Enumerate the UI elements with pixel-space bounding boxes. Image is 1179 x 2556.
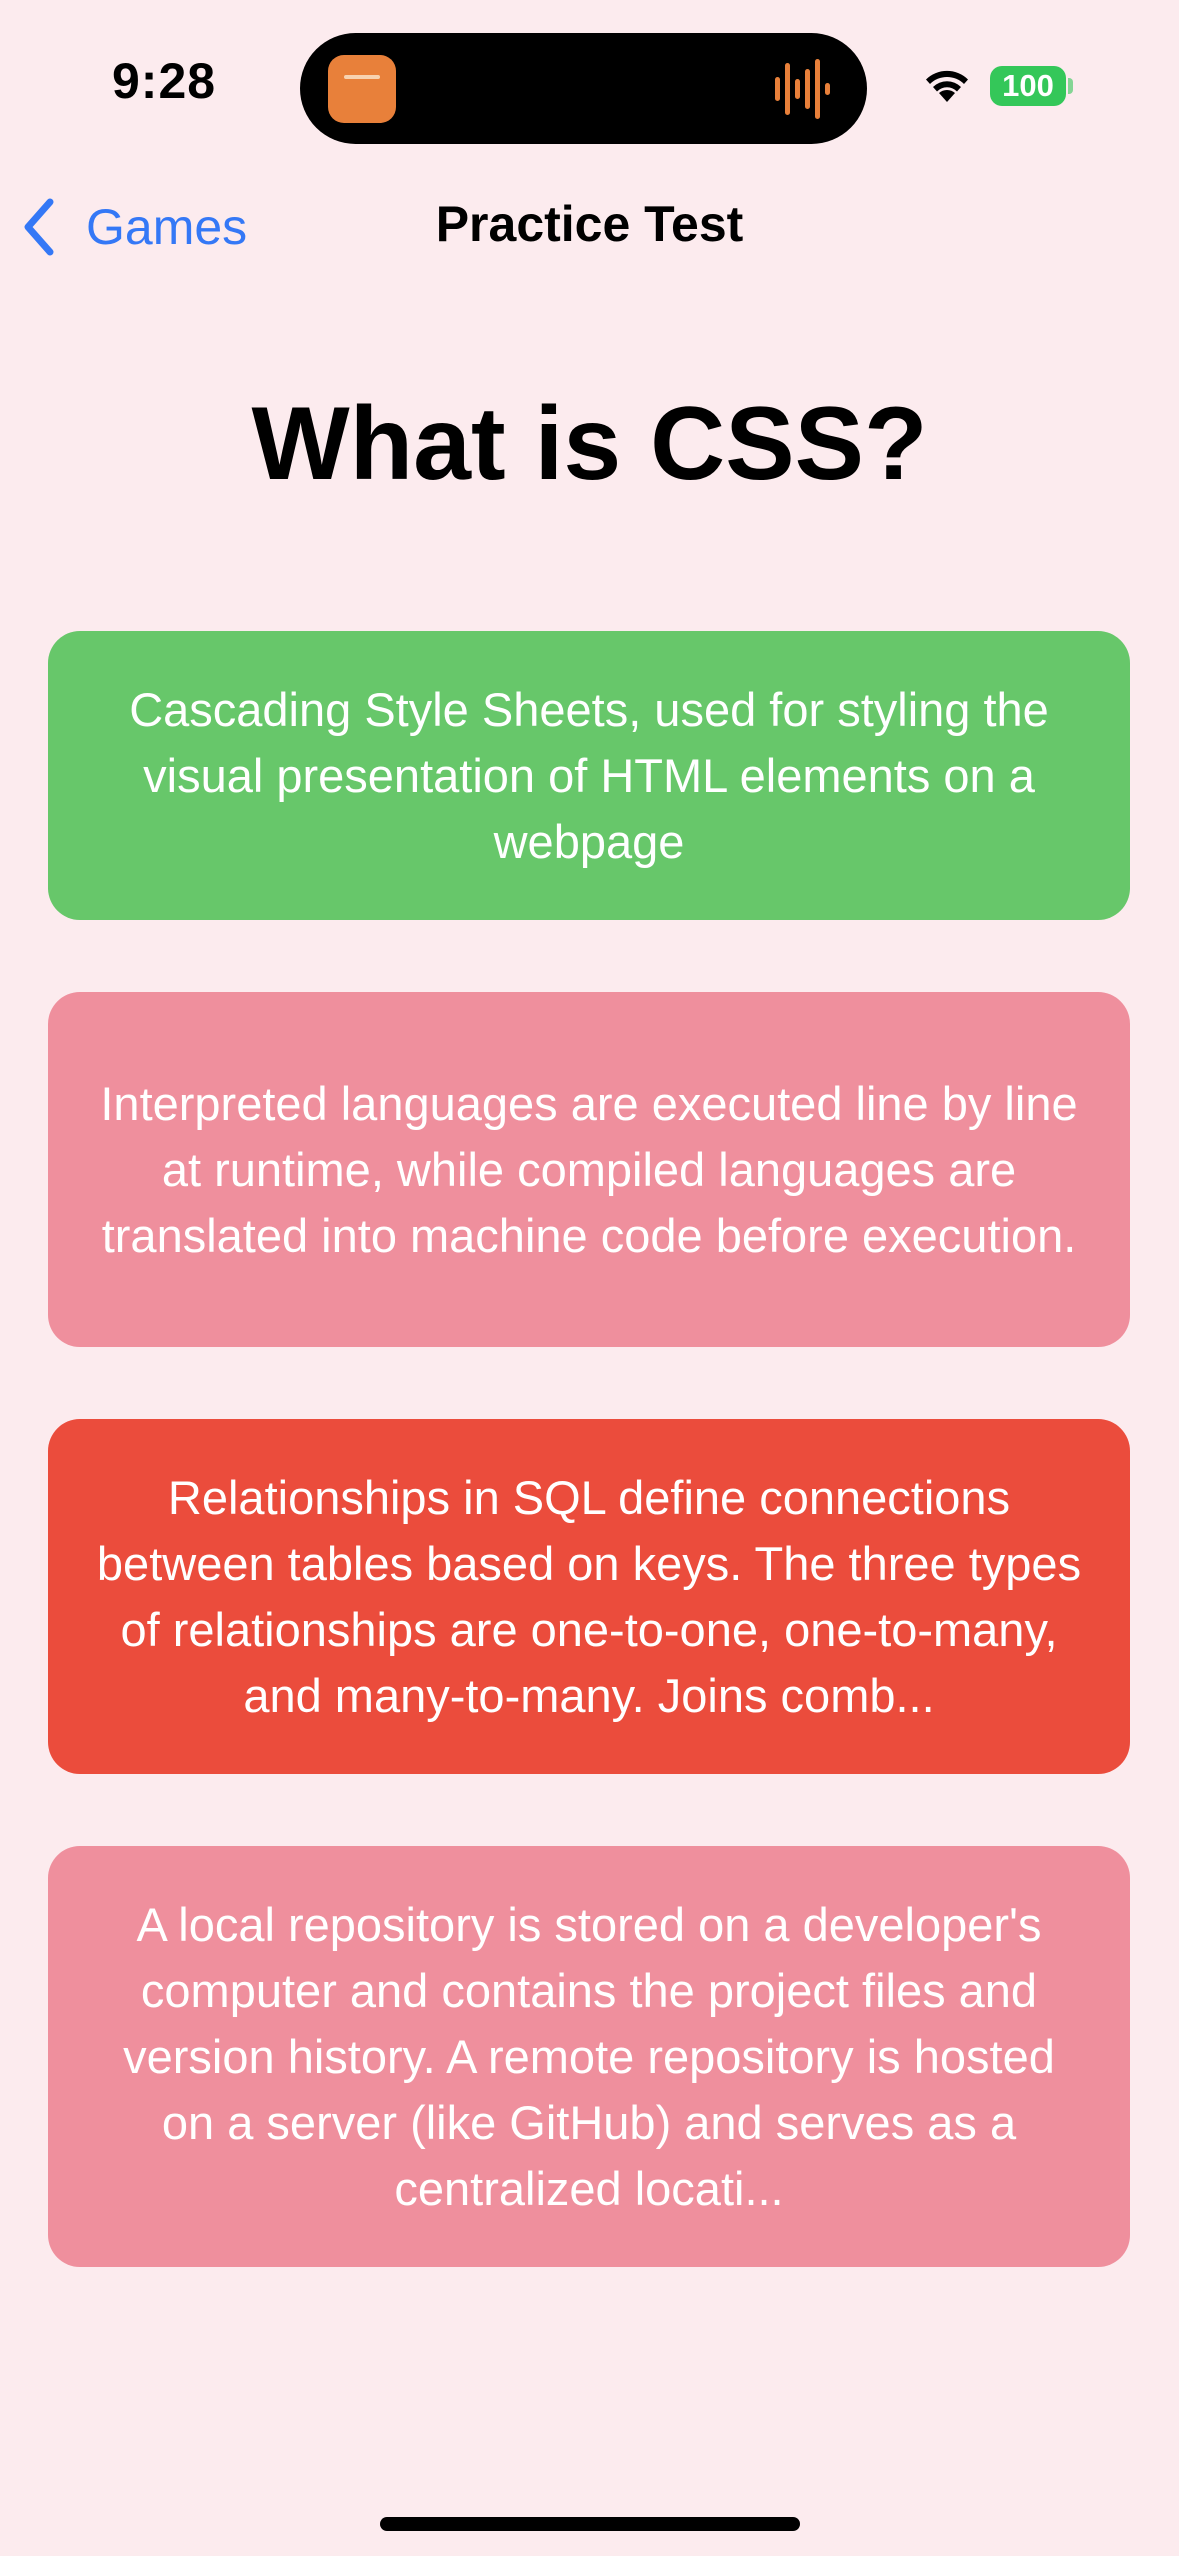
answer-option-text: Relationships in SQL define connections … bbox=[96, 1470, 1082, 1722]
answer-option-1[interactable]: Cascading Style Sheets, used for styling… bbox=[48, 631, 1130, 920]
battery-indicator: 100 bbox=[990, 66, 1066, 106]
answer-option-4[interactable]: A local repository is stored on a develo… bbox=[48, 1846, 1130, 2267]
answer-option-2[interactable]: Interpreted languages are executed line … bbox=[48, 992, 1130, 1347]
audio-waveform-icon bbox=[775, 59, 830, 119]
app-icon[interactable] bbox=[328, 55, 396, 123]
question-text: What is CSS? bbox=[251, 386, 928, 502]
dynamic-island[interactable] bbox=[300, 33, 867, 144]
answer-option-3[interactable]: Relationships in SQL define connections … bbox=[48, 1419, 1130, 1774]
status-time: 9:28 bbox=[112, 53, 217, 109]
answer-option-text: Interpreted languages are executed line … bbox=[100, 1076, 1078, 1262]
answer-option-text: A local repository is stored on a develo… bbox=[123, 1897, 1055, 2215]
home-indicator[interactable] bbox=[380, 2517, 800, 2531]
page-title: Practice Test bbox=[435, 196, 744, 252]
answer-option-text: Cascading Style Sheets, used for styling… bbox=[129, 682, 1049, 868]
battery-nub bbox=[1068, 78, 1073, 94]
status-bar: 9:28 100 bbox=[0, 0, 1179, 170]
wifi-icon bbox=[926, 70, 968, 102]
